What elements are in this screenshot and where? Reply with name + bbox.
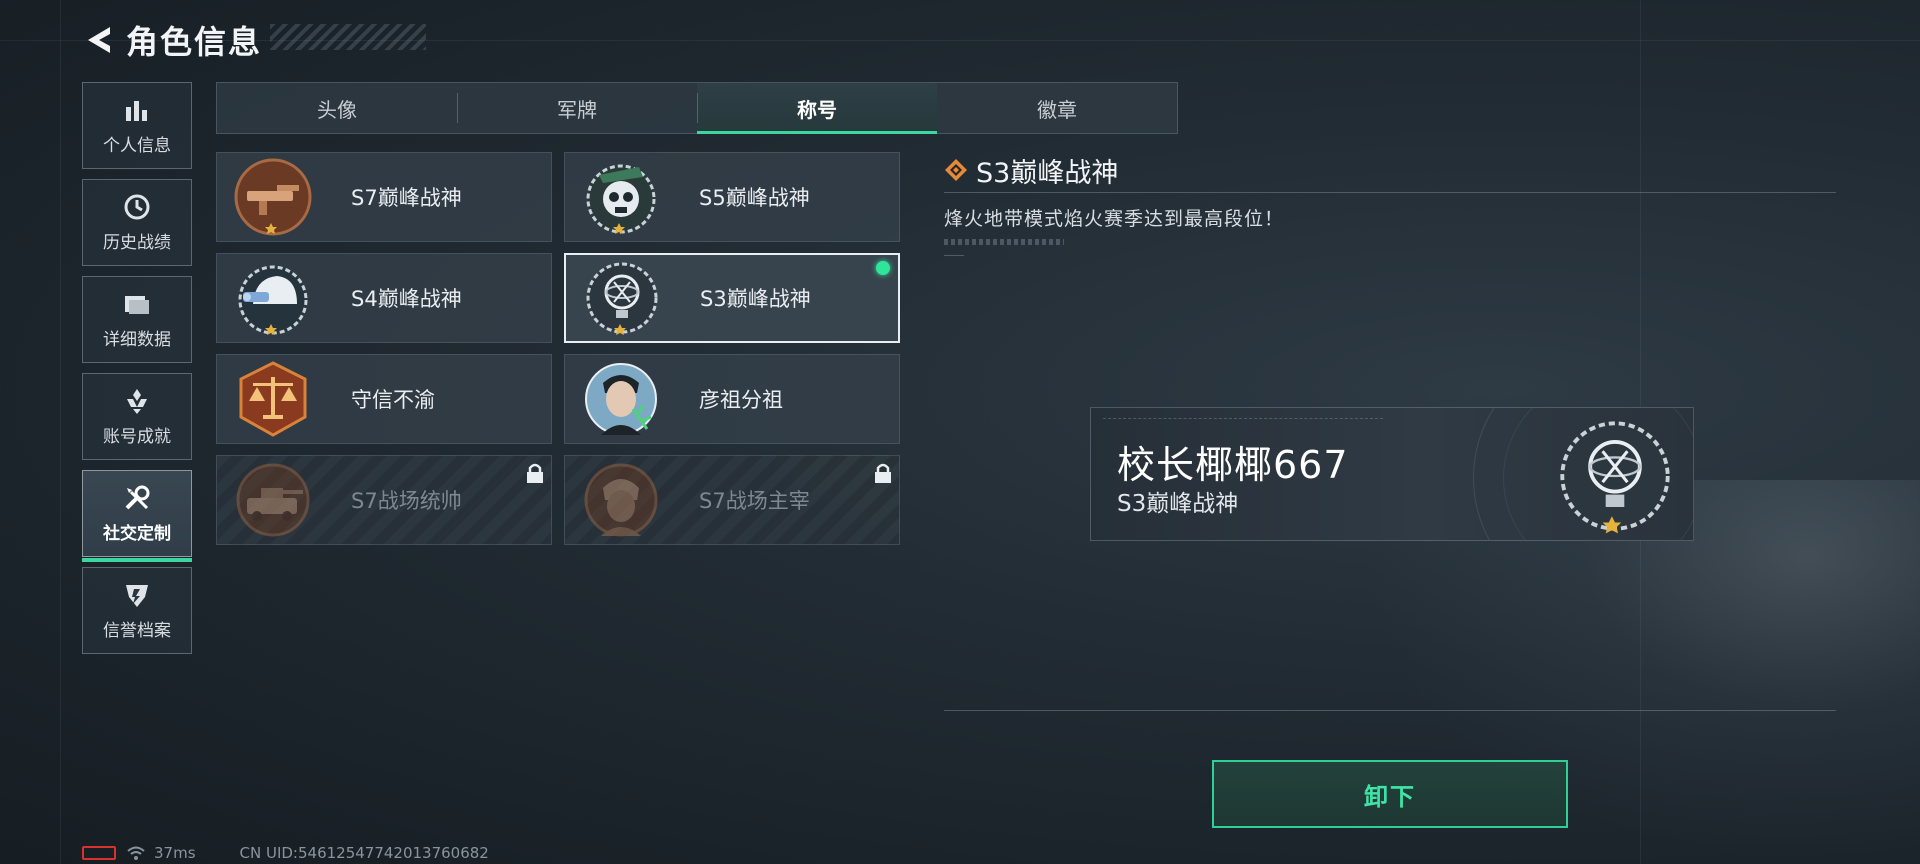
side-navigation: 个人信息 历史战绩 详细数据 账号成就 社交定制 信誉档案 [82, 82, 192, 664]
description-decoration [944, 239, 1064, 245]
tab-dogtag[interactable]: 军牌 [457, 83, 697, 133]
bg-line [60, 0, 61, 864]
gun-emblem-icon [233, 157, 313, 237]
detail-title: S3巅峰战神 [976, 157, 1119, 189]
title-card-selected[interactable]: S3巅峰战神 [564, 253, 900, 343]
nav-item-label: 历史战绩 [103, 233, 171, 253]
portrait-emblem-icon [581, 359, 661, 439]
bar-chart-icon [122, 95, 152, 125]
title-card-name: S7战场统帅 [351, 489, 462, 513]
title-card-name: S4巅峰战神 [351, 287, 462, 311]
scales-emblem-icon [233, 359, 313, 439]
detail-header: S3巅峰战神 [944, 152, 1836, 189]
shield-icon [122, 580, 152, 610]
medal-icon [122, 386, 152, 416]
frame-corner [944, 255, 964, 256]
folder-icon [122, 289, 152, 319]
globe-trophy-emblem-icon [582, 258, 662, 338]
title-decoration [270, 24, 426, 50]
nav-item-history[interactable]: 历史战绩 [82, 179, 192, 266]
battery-icon [82, 846, 116, 860]
tab-title[interactable]: 称号 [697, 83, 937, 134]
lock-icon [873, 462, 893, 484]
plate-decoration [1103, 418, 1383, 422]
page-title: 角色信息 [126, 23, 263, 61]
title-card[interactable]: S7巅峰战神 [216, 152, 552, 242]
title-detail-panel: S3巅峰战神 烽火地带模式焰火赛季达到最高段位！ [944, 152, 1836, 245]
globe-trophy-emblem-icon [1553, 414, 1677, 538]
title-card-name: S7巅峰战神 [351, 186, 462, 210]
soldier-emblem-icon [581, 460, 661, 540]
unequip-button[interactable]: 卸下 [1212, 760, 1568, 828]
title-card[interactable]: S4巅峰战神 [216, 253, 552, 343]
nav-item-label: 信誉档案 [103, 621, 171, 641]
detail-description: 烽火地带模式焰火赛季达到最高段位！ [944, 208, 1285, 230]
title-card-name: S7战场主宰 [699, 489, 810, 513]
user-uid: CN UID:54612547742013760682 [239, 844, 489, 862]
nav-item-personal[interactable]: 个人信息 [82, 82, 192, 169]
nav-item-label: 个人信息 [103, 136, 171, 156]
divider [944, 192, 1836, 193]
wifi-icon [126, 845, 146, 861]
title-card[interactable]: 彦祖分祖 [564, 354, 900, 444]
page-header: 角色信息 [82, 18, 262, 62]
wrench-screwdriver-icon [122, 483, 152, 513]
equipped-indicator [876, 261, 890, 275]
tab-badge[interactable]: 徽章 [937, 83, 1177, 133]
nav-item-details[interactable]: 详细数据 [82, 276, 192, 363]
title-card[interactable]: 守信不渝 [216, 354, 552, 444]
player-title: S3巅峰战神 [1117, 491, 1239, 517]
title-card-name: S3巅峰战神 [700, 287, 811, 311]
title-grid: S7巅峰战神 S5巅峰战神 S4巅峰战神 S3巅峰战神 守信不渝 彦祖分祖 S7… [216, 152, 900, 545]
player-name: 校长椰椰667 [1117, 443, 1349, 487]
helmet-emblem-icon [233, 258, 313, 338]
nav-item-label: 账号成就 [103, 427, 171, 447]
skull-emblem-icon [581, 157, 661, 237]
back-arrow-icon[interactable] [82, 23, 116, 57]
nav-item-achievements[interactable]: 账号成就 [82, 373, 192, 460]
status-bar: 37ms CN UID:54612547742013760682 [82, 844, 489, 862]
clock-icon [122, 192, 152, 222]
lock-icon [525, 462, 545, 484]
ping-value: 37ms [154, 844, 196, 862]
nav-item-credit[interactable]: 信誉档案 [82, 567, 192, 654]
category-tabs: 头像 军牌 称号 徽章 [216, 82, 1178, 134]
nav-item-social[interactable]: 社交定制 [82, 470, 192, 562]
tank-emblem-icon [233, 460, 313, 540]
title-card-locked[interactable]: S7战场统帅 [216, 455, 552, 545]
nav-item-label: 社交定制 [103, 524, 171, 544]
nameplate-preview: 校长椰椰667 S3巅峰战神 [1090, 407, 1694, 541]
title-card-locked[interactable]: S7战场主宰 [564, 455, 900, 545]
title-card-name: S5巅峰战神 [699, 186, 810, 210]
title-card-name: 守信不渝 [351, 388, 435, 412]
diamond-icon [944, 158, 968, 182]
frame-bottom-line [944, 710, 1836, 711]
nav-item-label: 详细数据 [103, 330, 171, 350]
tab-avatar[interactable]: 头像 [217, 83, 457, 133]
title-card-name: 彦祖分祖 [699, 388, 783, 412]
title-card[interactable]: S5巅峰战神 [564, 152, 900, 242]
